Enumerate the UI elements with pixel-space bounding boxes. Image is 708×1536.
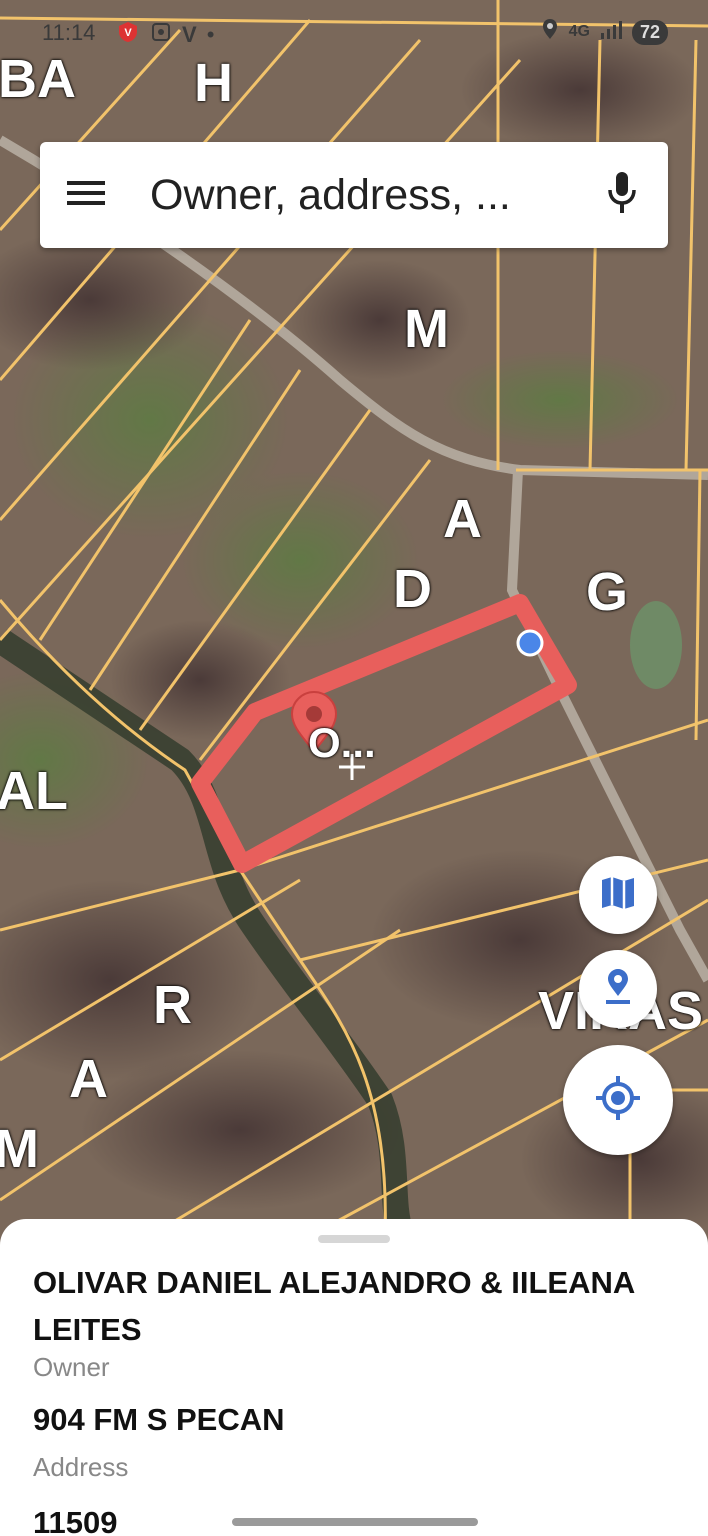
microphone-icon <box>607 171 637 219</box>
parcel-label: AL <box>0 761 68 821</box>
battery-indicator: 72 <box>631 19 668 45</box>
parcel-label: O... <box>308 719 376 766</box>
signal-icon <box>600 19 622 45</box>
address-caption: Address <box>33 1452 129 1482</box>
status-time: 11:14 <box>42 20 96 45</box>
current-location-dot <box>516 629 544 657</box>
place-pin-icon <box>603 968 633 1010</box>
map-icon <box>600 876 636 915</box>
place-pin-button[interactable] <box>579 950 657 1028</box>
parcel-details-sheet[interactable]: OLIVAR DANIEL ALEJANDRO & IILEANA LEITES… <box>0 1219 708 1536</box>
parcel-label: A <box>443 489 482 549</box>
menu-button[interactable] <box>40 142 132 248</box>
search-bar[interactable]: Owner, address, ... <box>40 142 668 248</box>
map-type-button[interactable] <box>579 856 657 934</box>
v-icon: V <box>182 22 197 47</box>
parcel-label: D <box>393 559 432 619</box>
search-input[interactable]: Owner, address, ... <box>132 171 576 220</box>
my-location-icon <box>595 1075 641 1126</box>
parcel-label: M <box>0 1119 39 1179</box>
screenshot-icon <box>150 21 172 49</box>
owner-caption: Owner <box>33 1352 110 1382</box>
network-type: 4G <box>568 23 590 40</box>
svg-text:V: V <box>124 27 132 39</box>
drag-handle[interactable] <box>318 1235 390 1243</box>
parcel-label: H <box>194 53 233 113</box>
location-status-icon <box>541 18 559 46</box>
my-location-button[interactable] <box>563 1045 673 1155</box>
parcel-label: G <box>586 562 629 622</box>
hamburger-menu-icon <box>67 179 105 212</box>
shield-icon: V <box>116 20 140 50</box>
parcel-label: R <box>153 975 192 1035</box>
home-indicator[interactable] <box>232 1518 478 1526</box>
parcel-label: A <box>69 1049 108 1109</box>
voice-search-button[interactable] <box>576 142 668 248</box>
parcel-label: M <box>404 299 449 359</box>
address-value: 904 FM S PECAN <box>33 1402 285 1437</box>
owner-name: OLIVAR DANIEL ALEJANDRO & IILEANA LEITES <box>33 1265 635 1347</box>
parcel-id: 11509 <box>33 1505 118 1536</box>
dot-icon: • <box>206 22 215 47</box>
status-bar: 11:14 V V • 4G 72 <box>0 0 708 64</box>
